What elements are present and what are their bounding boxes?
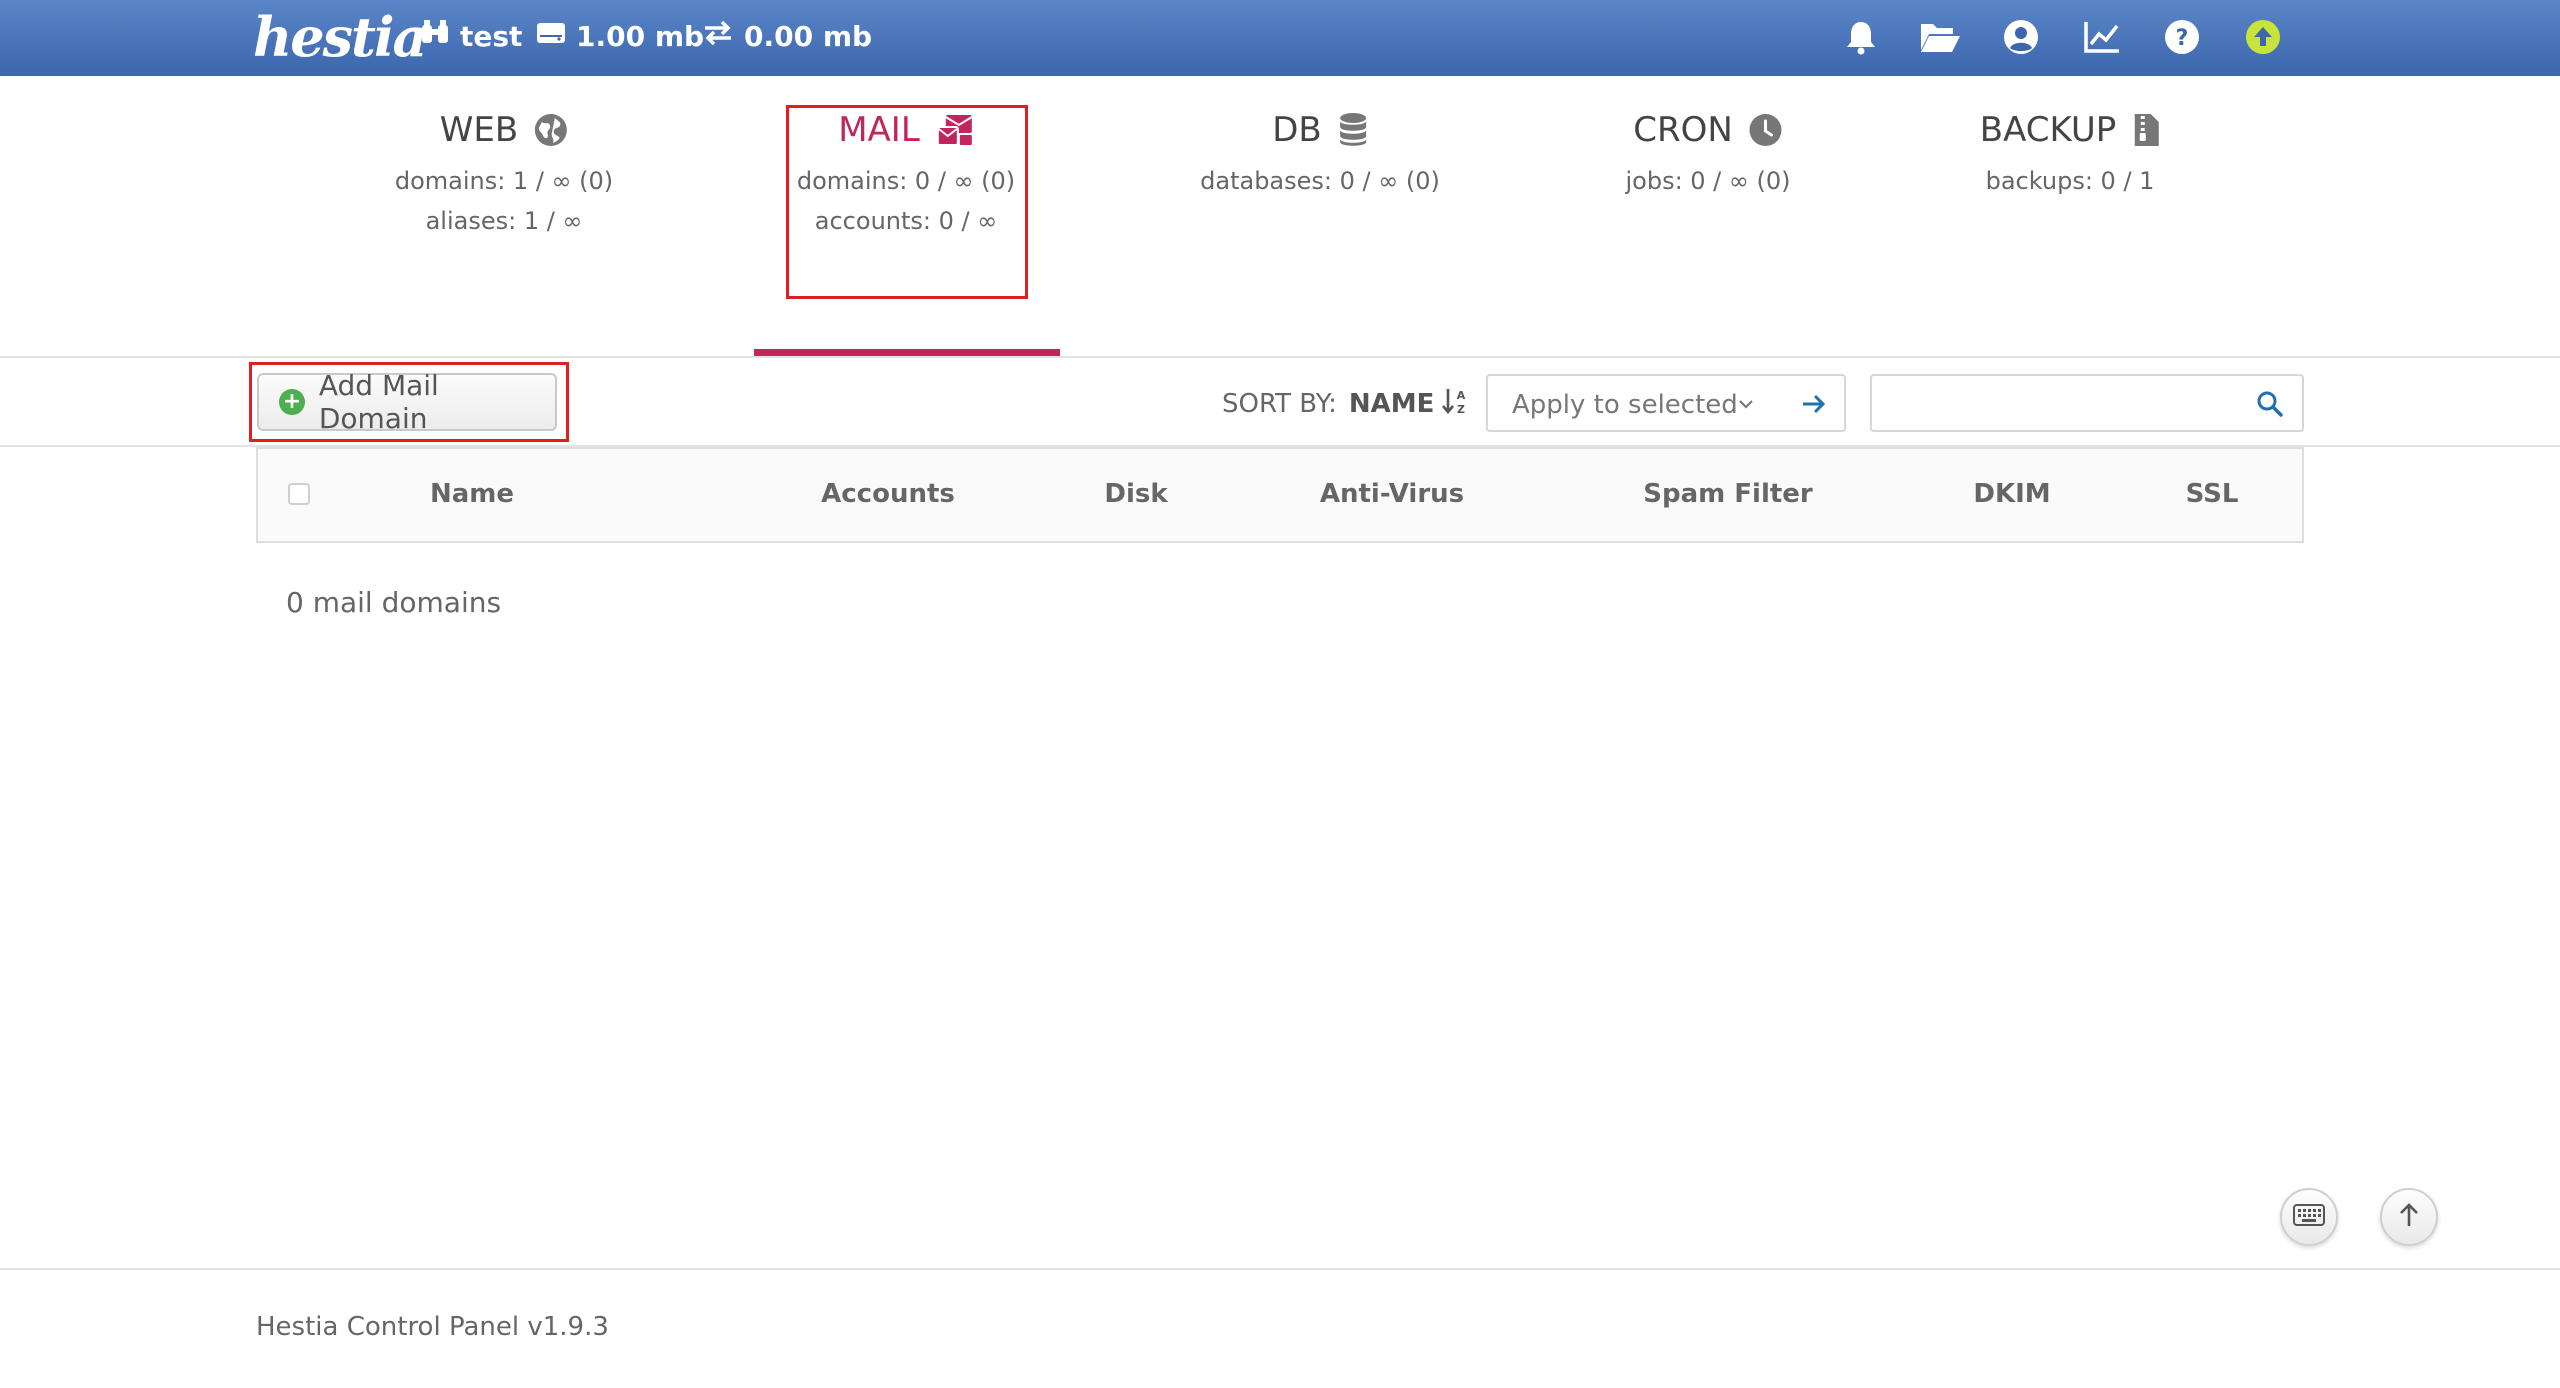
column-header-dkim[interactable]: DKIM (1973, 479, 2050, 509)
tab-db-label: DB (1272, 110, 1322, 150)
active-tab-indicator (754, 349, 1060, 356)
help-button[interactable]: ? (2162, 17, 2202, 57)
user-menu[interactable]: test (420, 16, 522, 56)
top-bar: hestia test 1.00 mb 0.00 mb ? (0, 0, 2560, 76)
sort-by-control[interactable]: SORT BY: NAME AZ (1222, 386, 1468, 422)
keyboard-icon (2293, 1204, 2325, 1230)
database-icon (1338, 112, 1368, 148)
file-zipper-icon (2132, 112, 2160, 148)
select-all-checkbox[interactable] (288, 483, 310, 505)
tab-backup[interactable]: BACKUP backups: 0 / 1 (1980, 105, 2161, 195)
column-header-antivirus[interactable]: Anti-Virus (1320, 479, 1464, 509)
update-arrow-icon (2245, 19, 2281, 55)
updates-button[interactable] (2243, 17, 2283, 57)
tab-db-databases: databases: 0 / ∞ (0) (1200, 167, 1440, 195)
tab-cron-jobs: jobs: 0 / ∞ (0) (1625, 167, 1791, 195)
exchange-arrows-icon (702, 19, 734, 54)
mail-domains-table-header: Name Accounts Disk Anti-Virus Spam Filte… (256, 447, 2304, 543)
sort-alpha-icon: AZ (1442, 387, 1468, 422)
column-header-ssl[interactable]: SSL (2186, 479, 2239, 509)
clock-icon (1749, 113, 1783, 147)
search-input[interactable] (1882, 384, 2246, 424)
apply-arrow-icon[interactable] (1800, 390, 1828, 422)
disk-usage-value: 1.00 mb (576, 19, 705, 53)
notifications-button[interactable] (1841, 17, 1881, 57)
add-button-highlight (249, 362, 569, 442)
svg-text:Z: Z (1457, 403, 1465, 415)
search-icon[interactable] (2256, 390, 2284, 422)
chart-line-icon (2083, 20, 2121, 54)
tab-db[interactable]: DB databases: 0 / ∞ (0) (1200, 105, 1440, 195)
tab-web[interactable]: WEB domains: 1 / ∞ (0) aliases: 1 / ∞ (395, 105, 613, 235)
tab-web-label: WEB (439, 110, 519, 150)
table-empty-message: 0 mail domains (286, 586, 502, 619)
svg-text:?: ? (2176, 26, 2189, 51)
tab-cron[interactable]: CRON jobs: 0 / ∞ (0) (1625, 105, 1790, 195)
disk-usage: 1.00 mb (536, 16, 704, 56)
bulk-action-value: Apply to selected (1512, 390, 1738, 420)
search-field[interactable] (1870, 374, 2304, 432)
column-header-disk[interactable]: Disk (1104, 479, 1167, 509)
mail-tab-highlight (786, 105, 1028, 299)
hard-drive-icon (536, 20, 566, 53)
column-header-spam-filter[interactable]: Spam Filter (1643, 479, 1813, 509)
footer-version: Hestia Control Panel v1.9.3 (256, 1312, 609, 1342)
bell-icon (1844, 19, 1878, 55)
folder-open-icon (1919, 20, 1961, 54)
svg-text:A: A (1457, 389, 1466, 402)
footer-divider (0, 1268, 2560, 1270)
sort-by-label: SORT BY: (1222, 389, 1337, 419)
scroll-to-top-button[interactable] (2380, 1188, 2438, 1246)
globe-icon (534, 113, 568, 147)
username: test (460, 19, 523, 53)
bulk-action-select[interactable]: Apply to selected (1486, 374, 1846, 432)
column-header-name[interactable]: Name (430, 479, 514, 509)
bandwidth-usage-value: 0.00 mb (744, 19, 873, 53)
statistics-button[interactable] (2082, 17, 2122, 57)
tab-backup-label: BACKUP (1979, 110, 2117, 150)
file-manager-button[interactable] (1920, 17, 1960, 57)
help-circle-icon: ? (2164, 19, 2200, 55)
keyboard-shortcuts-button[interactable] (2280, 1188, 2338, 1246)
chevron-down-icon (1736, 394, 1756, 418)
tab-backup-backups: backups: 0 / 1 (1985, 167, 2155, 195)
user-circle-icon (2003, 19, 2039, 55)
tab-cron-label: CRON (1633, 110, 1733, 150)
user-profile-button[interactable] (2001, 17, 2041, 57)
arrow-up-icon (2397, 1202, 2421, 1232)
column-header-accounts[interactable]: Accounts (821, 479, 955, 509)
tab-web-domains: domains: 1 / ∞ (0) (394, 167, 614, 195)
binoculars-icon (420, 19, 450, 54)
bandwidth-usage: 0.00 mb (702, 16, 872, 56)
hestia-logo[interactable]: hestia (253, 2, 427, 72)
sort-by-value: NAME (1348, 389, 1435, 419)
tab-web-aliases: aliases: 1 / ∞ (425, 207, 583, 235)
tabs-divider (0, 356, 2560, 358)
